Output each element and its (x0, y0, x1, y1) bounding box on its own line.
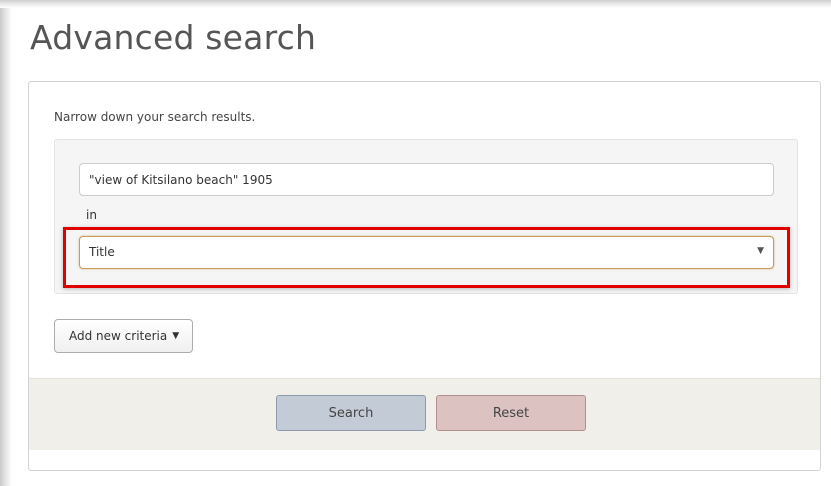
search-query-input[interactable] (79, 163, 774, 196)
intro-text: Narrow down your search results. (54, 110, 256, 124)
add-new-criteria-label: Add new criteria (69, 329, 168, 343)
shadow-edge-left (0, 0, 12, 486)
form-footer: Search Reset (29, 378, 820, 450)
in-label: in (86, 208, 97, 222)
search-button[interactable]: Search (276, 395, 426, 431)
field-select[interactable]: Title ▼ (79, 236, 774, 269)
reset-button[interactable]: Reset (436, 395, 586, 431)
add-new-criteria-button[interactable]: Add new criteria ▼ (54, 319, 194, 353)
caret-down-icon: ▼ (172, 331, 180, 341)
shadow-edge-top (0, 0, 831, 8)
field-select-value: Title (89, 245, 115, 259)
criteria-box: in Title ▼ (54, 139, 798, 294)
chevron-down-icon: ▼ (757, 246, 764, 256)
page-title: Advanced search (30, 18, 317, 57)
advanced-search-panel: Narrow down your search results. in Titl… (28, 81, 821, 471)
screenshot-frame: Advanced search Narrow down your search … (0, 0, 831, 486)
